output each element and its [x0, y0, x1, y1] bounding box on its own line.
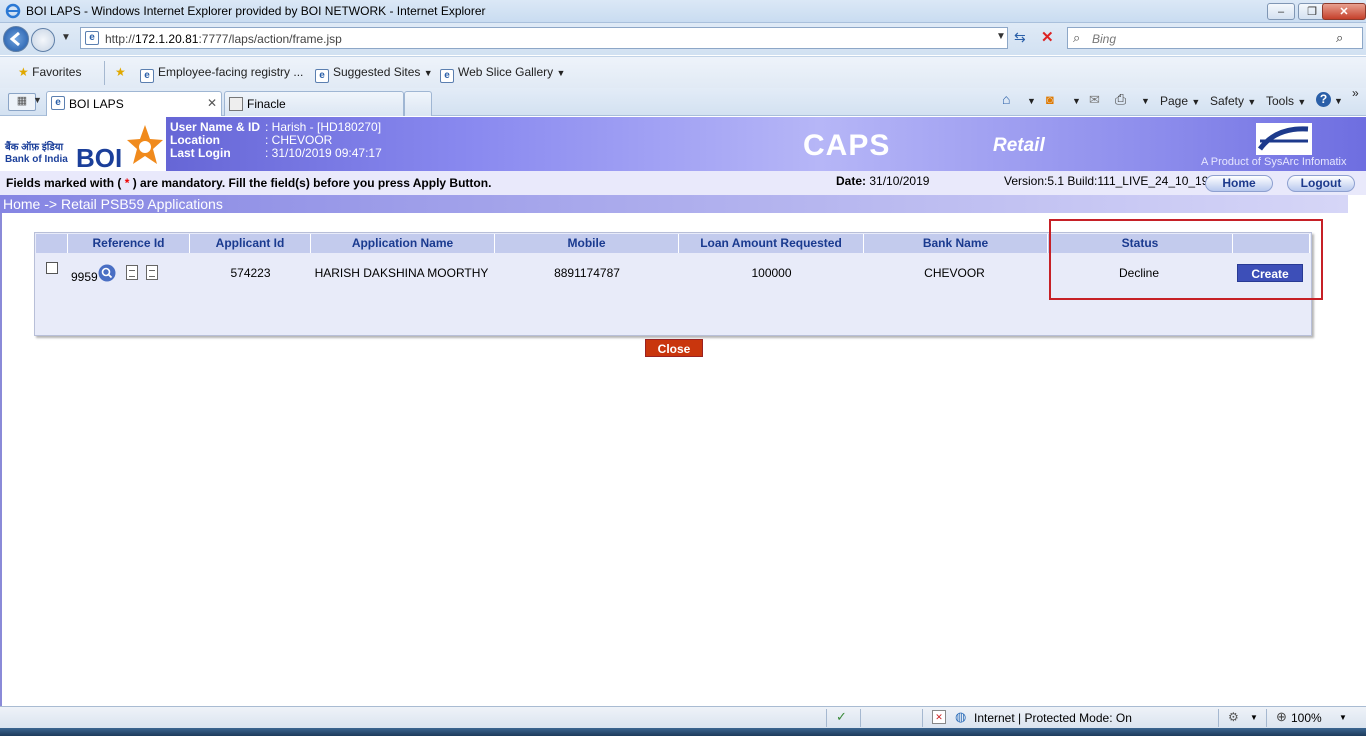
- favorites-button[interactable]: ★ Favorites: [18, 65, 81, 79]
- ie-page-icon: e: [315, 69, 329, 83]
- table-header-loan-amount: Loan Amount Requested: [679, 234, 864, 253]
- window-title: BOI LAPS - Windows Internet Explorer pro…: [26, 4, 486, 18]
- zoom-icon[interactable]: ⊕: [1276, 709, 1287, 725]
- row-select-checkbox[interactable]: [46, 262, 58, 274]
- back-button[interactable]: [3, 26, 29, 52]
- favorite-link-suggested-sites[interactable]: e Suggested Sites ▼: [315, 65, 433, 83]
- address-bar[interactable]: e http://172.1.20.81:7777/laps/action/fr…: [80, 27, 1008, 49]
- cell-applicant-id: 574223: [230, 266, 271, 280]
- breadcrumb: Home -> Retail PSB59 Applications: [0, 195, 1348, 213]
- recent-pages-dropdown-icon[interactable]: ▼: [61, 32, 71, 43]
- compatibility-icon[interactable]: ✓: [836, 709, 847, 725]
- search-icon[interactable]: ⌕: [1336, 30, 1343, 46]
- app-header: बैंक ऑफ़ इंडिया Bank of India BOI User N…: [0, 117, 1366, 173]
- print-dropdown-icon[interactable]: ▼: [1141, 96, 1150, 106]
- zoom-level[interactable]: 100%: [1291, 711, 1322, 725]
- cell-reference-id: 9959: [71, 270, 98, 284]
- security-zone: Internet | Protected Mode: On: [974, 711, 1132, 725]
- window-title-bar: BOI LAPS - Windows Internet Explorer pro…: [0, 0, 1366, 23]
- quick-tabs-icon[interactable]: ▦: [8, 93, 36, 111]
- cell-application-name: HARISH DAKSHINA MOORTHY: [314, 266, 489, 280]
- home-button[interactable]: Home: [1205, 175, 1273, 192]
- product-name: CAPS: [803, 129, 891, 162]
- home-icon[interactable]: ⌂: [1002, 91, 1010, 107]
- cell-loan-amount: 100000: [751, 266, 792, 280]
- status-highlight-box: [1049, 219, 1323, 300]
- table-header-mobile: Mobile: [495, 234, 679, 253]
- boi-star-icon: [127, 125, 163, 164]
- tools-menu[interactable]: Tools ▼: [1266, 94, 1306, 108]
- refresh-icon[interactable]: ⇆: [1014, 29, 1026, 46]
- table-header-reference-id: Reference Id: [68, 234, 190, 253]
- favorite-link-web-slice-gallery[interactable]: e Web Slice Gallery ▼: [440, 65, 565, 83]
- info-bar: Fields marked with ( * ) are mandatory. …: [0, 171, 1366, 195]
- module-name: Retail: [993, 135, 1045, 156]
- toolbar-overflow-icon[interactable]: »: [1352, 86, 1359, 100]
- windows-taskbar: [0, 728, 1366, 736]
- current-date: Date: 31/10/2019: [836, 174, 930, 188]
- cell-mobile: 8891174787: [554, 266, 620, 280]
- ie-page-icon: e: [51, 96, 65, 110]
- protected-mode-icon[interactable]: ⚙: [1228, 710, 1239, 724]
- close-window-button[interactable]: ✕: [1322, 3, 1366, 20]
- ie-page-icon: e: [140, 69, 154, 83]
- rss-feeds-icon[interactable]: ◙: [1046, 92, 1054, 107]
- tab-boi-laps[interactable]: e BOI LAPS ✕: [46, 91, 222, 116]
- minimize-button[interactable]: –: [1267, 3, 1295, 20]
- logout-button[interactable]: Logout: [1287, 175, 1355, 192]
- close-tab-icon[interactable]: ✕: [207, 96, 217, 110]
- chevron-down-icon: ▼: [556, 68, 566, 78]
- back-arrow-icon: [9, 31, 20, 47]
- cell-bank-name: CHEVOOR: [924, 266, 985, 280]
- help-icon[interactable]: ?: [1316, 92, 1331, 107]
- forward-button[interactable]: [31, 28, 55, 52]
- page-icon: e: [85, 31, 99, 45]
- vendor-tagline: A Product of SysArc Infomatix: [1201, 156, 1347, 168]
- document-icon[interactable]: [126, 265, 138, 280]
- navigation-bar: ▼ e http://172.1.20.81:7777/laps/action/…: [0, 23, 1366, 55]
- address-url[interactable]: http://172.1.20.81:7777/laps/action/fram…: [105, 32, 342, 46]
- settings-dropdown-icon[interactable]: ▼: [1250, 713, 1258, 722]
- view-search-icon[interactable]: [98, 264, 116, 282]
- mandatory-note: Fields marked with ( * ) are mandatory. …: [6, 176, 492, 190]
- globe-icon: ◍: [955, 709, 967, 724]
- sysarc-logo-icon: [1256, 123, 1312, 155]
- bank-logo: बैंक ऑफ़ इंडिया Bank of India BOI: [0, 117, 166, 173]
- popup-blocked-icon[interactable]: ✕: [932, 710, 946, 724]
- feeds-dropdown-icon[interactable]: ▼: [1072, 96, 1081, 106]
- print-icon[interactable]: ⎙: [1115, 91, 1126, 108]
- table-header-select: [36, 234, 68, 253]
- ie-logo-icon: [5, 3, 21, 19]
- table-header-bank-name: Bank Name: [864, 234, 1048, 253]
- finacle-page-icon: [229, 97, 243, 111]
- add-to-favorites-icon[interactable]: ★: [115, 65, 126, 79]
- tab-list-dropdown-icon[interactable]: ▼: [33, 95, 42, 105]
- search-placeholder: Bing: [1092, 32, 1117, 46]
- status-bar: ✓ ✕ ◍ Internet | Protected Mode: On ⚙ ▼ …: [0, 706, 1366, 728]
- search-box[interactable]: ⌕ Bing ⌕: [1067, 27, 1363, 49]
- chevron-down-icon: ▼: [423, 68, 433, 78]
- document-icon[interactable]: [146, 265, 158, 280]
- frame-border: [0, 213, 2, 706]
- favorites-bar: ★ Favorites ★ e Employee-facing registry …: [0, 56, 1366, 88]
- page-menu[interactable]: Page ▼: [1160, 94, 1200, 108]
- table-header-application-name: Application Name: [311, 234, 495, 253]
- favorite-link-registry[interactable]: e Employee-facing registry ...: [140, 65, 303, 83]
- home-dropdown-icon[interactable]: ▼: [1027, 96, 1036, 106]
- zoom-dropdown-icon[interactable]: ▼: [1339, 713, 1347, 722]
- ie-page-icon: e: [440, 69, 454, 83]
- new-tab-button[interactable]: [404, 91, 432, 116]
- address-dropdown-icon[interactable]: ▼: [996, 31, 1006, 42]
- table-header-applicant-id: Applicant Id: [190, 234, 311, 253]
- help-dropdown-icon[interactable]: ▼: [1334, 96, 1343, 106]
- favorites-star-icon: ★: [18, 65, 29, 79]
- tab-finacle[interactable]: Finacle: [224, 91, 404, 116]
- safety-menu[interactable]: Safety ▼: [1210, 94, 1256, 108]
- search-provider-icon: ⌕: [1073, 30, 1081, 45]
- version-info: Version:5.1 Build:111_LIVE_24_10_19: [1004, 174, 1209, 188]
- close-button[interactable]: Close: [645, 339, 703, 357]
- stop-icon[interactable]: ✕: [1041, 28, 1054, 46]
- read-mail-icon[interactable]: ✉: [1089, 92, 1100, 108]
